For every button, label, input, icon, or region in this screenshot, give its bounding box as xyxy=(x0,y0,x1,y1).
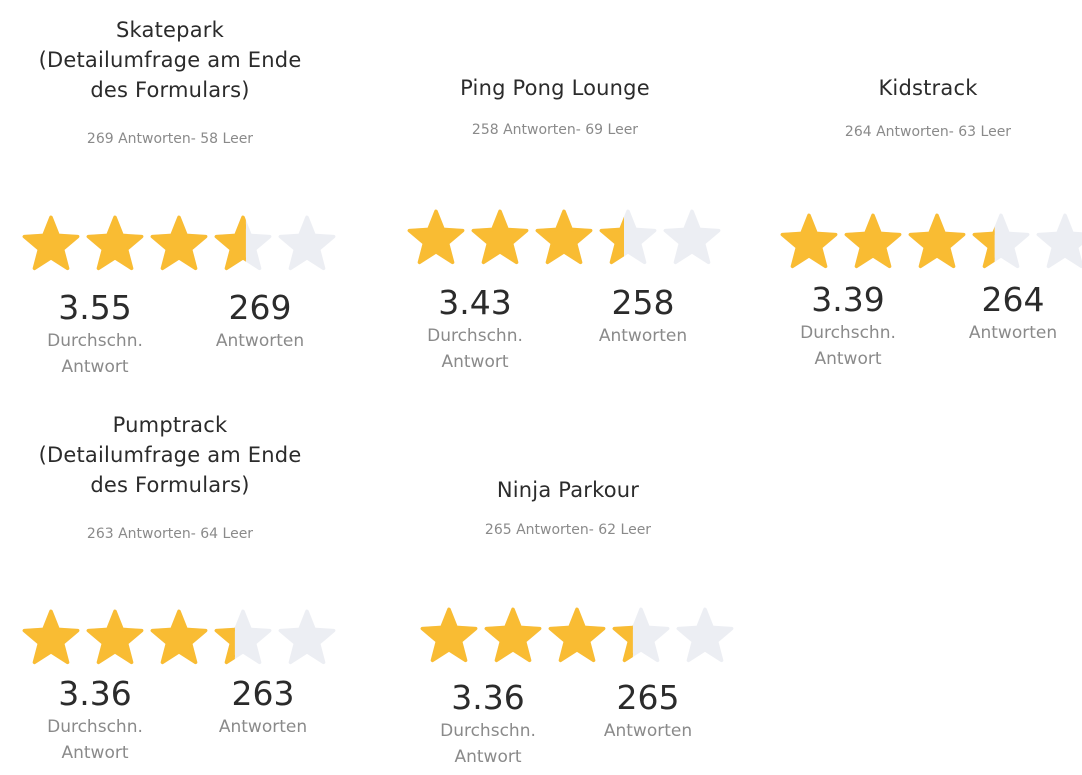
star-icon xyxy=(484,607,542,663)
count-value: 269 xyxy=(228,288,292,327)
count-label: Antworten xyxy=(598,326,688,346)
star-icon xyxy=(407,209,465,265)
star-rating xyxy=(0,606,340,668)
card-title: Ping Pong Lounge xyxy=(460,76,650,100)
star-icon xyxy=(22,609,80,665)
average-value: 3.39 xyxy=(811,280,885,319)
count-stat: 265 Antworten xyxy=(578,678,718,744)
count-value: 265 xyxy=(616,678,680,717)
star-icon xyxy=(278,215,336,271)
average-stat: 3.36 Durchschn. Antwort xyxy=(413,678,563,770)
average-value: 3.55 xyxy=(58,288,132,327)
average-label: Durchschn. Antwort xyxy=(47,717,143,763)
star-icon xyxy=(663,209,721,265)
star-icon xyxy=(844,213,902,269)
card-title: Ninja Parkour xyxy=(496,478,640,502)
average-stat: 3.36 Durchschn. Antwort xyxy=(20,674,170,766)
star-icon xyxy=(150,609,208,665)
average-label: Durchschn. Antwort xyxy=(800,323,896,369)
star-icon xyxy=(471,209,529,265)
stars-svg xyxy=(22,215,336,271)
star-icon xyxy=(972,213,1030,269)
star-icon xyxy=(214,609,272,665)
count-stat: 269 Antworten xyxy=(190,288,330,354)
stars-svg xyxy=(420,607,734,663)
card-title: Pumptrack (Detailumfrage am Ende des For… xyxy=(38,413,302,497)
rating-card-ping-pong-lounge: Ping Pong Lounge 258 Antworten- 69 Leer … xyxy=(385,0,725,390)
card-summary: 258 Antworten- 69 Leer xyxy=(471,122,639,138)
star-icon xyxy=(599,209,657,265)
stars-svg xyxy=(22,609,336,665)
star-rating xyxy=(758,210,1082,272)
card-summary: 263 Antworten- 64 Leer xyxy=(86,526,254,542)
average-label: Durchschn. Antwort xyxy=(47,331,143,377)
count-label: Antworten xyxy=(218,717,308,737)
star-icon xyxy=(908,213,966,269)
star-icon xyxy=(214,215,272,271)
count-stat: 263 Antworten xyxy=(193,674,333,740)
count-stat: 264 Antworten xyxy=(943,280,1082,346)
star-icon xyxy=(780,213,838,269)
average-stat: 3.39 Durchschn. Antwort xyxy=(773,280,923,372)
star-icon xyxy=(612,607,670,663)
count-value: 263 xyxy=(231,674,295,713)
average-value: 3.36 xyxy=(58,674,132,713)
rating-card-skatepark: Skatepark (Detailumfrage am Ende des For… xyxy=(0,0,340,390)
star-icon xyxy=(278,609,336,665)
average-stat: 3.55 Durchschn. Antwort xyxy=(20,288,170,380)
rating-card-ninja-parkour: Ninja Parkour 265 Antworten- 62 Leer 3.3… xyxy=(398,410,738,775)
card-summary: 265 Antworten- 62 Leer xyxy=(484,522,652,538)
star-icon xyxy=(548,607,606,663)
star-icon xyxy=(676,607,734,663)
average-label: Durchschn. Antwort xyxy=(427,326,523,372)
card-summary: 264 Antworten- 63 Leer xyxy=(844,124,1012,140)
average-value: 3.36 xyxy=(451,678,525,717)
average-stat: 3.43 Durchschn. Antwort xyxy=(400,283,550,375)
card-summary: 269 Antworten- 58 Leer xyxy=(86,131,254,147)
count-stat: 258 Antworten xyxy=(573,283,713,349)
star-icon xyxy=(150,215,208,271)
count-label: Antworten xyxy=(968,323,1058,343)
average-label: Durchschn. Antwort xyxy=(440,721,536,767)
average-value: 3.43 xyxy=(438,283,512,322)
count-value: 264 xyxy=(981,280,1045,319)
star-icon xyxy=(86,609,144,665)
star-icon xyxy=(1036,213,1082,269)
card-title: Skatepark (Detailumfrage am Ende des For… xyxy=(38,18,302,102)
star-icon xyxy=(535,209,593,265)
rating-card-pumptrack: Pumptrack (Detailumfrage am Ende des For… xyxy=(0,410,340,775)
card-title: Kidstrack xyxy=(878,76,978,100)
stars-svg xyxy=(780,213,1082,269)
count-label: Antworten xyxy=(603,721,693,741)
count-label: Antworten xyxy=(215,331,305,351)
count-value: 258 xyxy=(611,283,675,322)
star-icon xyxy=(86,215,144,271)
star-rating xyxy=(0,212,340,274)
stars-svg xyxy=(407,209,721,265)
star-rating xyxy=(385,206,725,268)
star-rating xyxy=(398,604,738,666)
star-icon xyxy=(22,215,80,271)
rating-card-kidstrack: Kidstrack 264 Antworten- 63 Leer 3.39 Du… xyxy=(758,0,1082,390)
star-icon xyxy=(420,607,478,663)
